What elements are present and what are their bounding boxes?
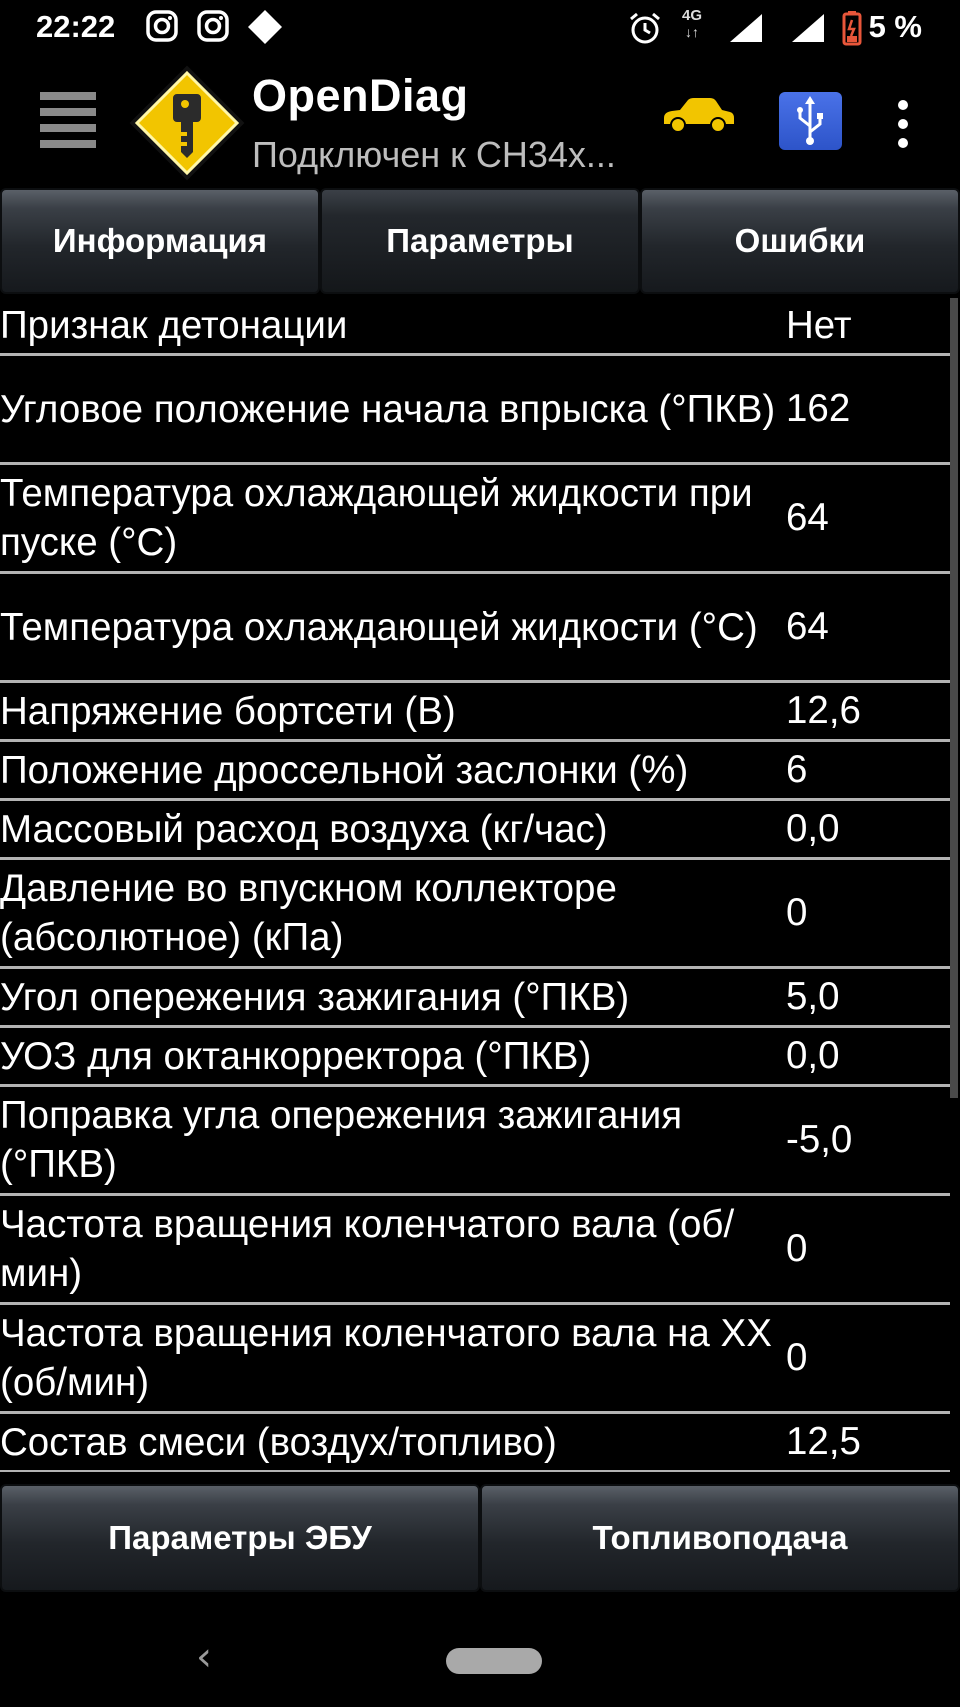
app-bar: OpenDiag Подключен к CH34x... — [0, 58, 960, 186]
param-label: Частота вращения коленчатого вала (об/ми… — [0, 1203, 735, 1295]
battery-low-icon — [842, 11, 862, 46]
param-value: 6 — [786, 748, 808, 791]
param-value: 0 — [786, 1227, 808, 1270]
top-tabs: Информация Параметры Ошибки — [0, 186, 960, 298]
list-item[interactable]: Угловое положение начала впрыска (°ПКВ) … — [0, 356, 950, 465]
fuel-supply-button[interactable]: Топливоподача — [480, 1484, 960, 1592]
param-label: Температура охлаждающей жидкости при пус… — [0, 472, 753, 564]
battery-percent: 5 % — [868, 9, 922, 44]
status-bar: 22:22 4G ↓↑ 5 % — [0, 0, 960, 58]
param-value: 64 — [786, 496, 829, 539]
param-value: 162 — [786, 387, 851, 430]
param-value: 12,6 — [786, 689, 861, 732]
signal-icon — [730, 14, 762, 42]
list-item[interactable]: Напряжение бортсети (В) 12,6 — [0, 683, 950, 742]
network-type: 4G ↓↑ — [682, 7, 703, 41]
param-label: Температура охлаждающей жидкости (°С) — [0, 605, 758, 649]
param-label: Давление во впускном коллекторе (абсолют… — [0, 867, 617, 959]
bottom-tabs: Параметры ЭБУ Топливоподача — [0, 1480, 960, 1596]
alarm-icon — [630, 12, 660, 44]
parameter-list[interactable]: Признак детонации Нет Угловое положение … — [0, 298, 950, 1472]
param-label: Состав смеси (воздух/топливо) — [0, 1420, 557, 1464]
list-item[interactable]: Положение дроссельной заслонки (%) 6 — [0, 742, 950, 801]
param-label: УОЗ для октанкорректора (°ПКВ) — [0, 1034, 592, 1078]
param-value: 12,5 — [786, 1420, 861, 1463]
car-icon[interactable] — [660, 94, 736, 134]
ecu-parameters-button[interactable]: Параметры ЭБУ — [0, 1484, 480, 1592]
param-label: Напряжение бортсети (В) — [0, 689, 456, 733]
list-item[interactable]: Угол опережения зажигания (°ПКВ) 5,0 — [0, 969, 950, 1028]
param-value: 0,0 — [786, 807, 840, 850]
param-value: Нет — [786, 303, 852, 347]
list-item[interactable]: Температура охлаждающей жидкости (°С) 64 — [0, 574, 950, 683]
param-label: Угол опережения зажигания (°ПКВ) — [0, 975, 630, 1019]
list-item[interactable]: Частота вращения коленчатого вала на ХХ … — [0, 1305, 950, 1414]
list-item[interactable]: Признак детонации Нет — [0, 298, 950, 356]
param-label: Угловое положение начала впрыска (°ПКВ) — [0, 387, 776, 431]
list-item[interactable]: Температура охлаждающей жидкости при пус… — [0, 465, 950, 574]
diamond-notification-icon — [248, 10, 282, 44]
param-value: -5,0 — [786, 1118, 853, 1161]
home-pill-icon[interactable] — [446, 1648, 542, 1674]
param-label: Массовый расход воздуха (кг/час) — [0, 807, 608, 851]
navigation-bar: ‹ — [0, 1600, 960, 1707]
usb-icon[interactable] — [779, 92, 842, 150]
menu-icon[interactable] — [40, 92, 96, 152]
param-value: 0,0 — [786, 1034, 840, 1077]
signal-icon — [792, 14, 824, 42]
opendiag-logo — [129, 65, 245, 181]
clock: 22:22 — [36, 9, 116, 44]
param-value: 0 — [786, 891, 808, 934]
instagram-icon — [197, 10, 229, 42]
param-label: Частота вращения коленчатого вала на ХХ … — [0, 1312, 772, 1404]
connection-status: Подключен к CH34x... — [252, 134, 616, 175]
tab-information[interactable]: Информация — [0, 188, 320, 294]
list-item[interactable]: Давление во впускном коллекторе (абсолют… — [0, 860, 950, 969]
overflow-menu-icon[interactable] — [898, 100, 910, 157]
instagram-icon — [146, 10, 178, 42]
app-title: OpenDiag — [252, 70, 469, 121]
list-item[interactable]: Массовый расход воздуха (кг/час) 0,0 — [0, 801, 950, 860]
tab-parameters[interactable]: Параметры — [320, 188, 640, 294]
param-label: Поправка угла опережения зажигания (°ПКВ… — [0, 1094, 683, 1186]
tab-errors[interactable]: Ошибки — [640, 188, 960, 294]
param-value: 64 — [786, 605, 829, 648]
back-icon[interactable]: ‹ — [196, 1634, 212, 1680]
list-item[interactable]: УОЗ для октанкорректора (°ПКВ) 0,0 — [0, 1028, 950, 1087]
scrollbar[interactable] — [950, 298, 958, 1098]
param-label: Признак детонации — [0, 304, 348, 347]
list-item[interactable]: Поправка угла опережения зажигания (°ПКВ… — [0, 1087, 950, 1196]
list-item[interactable]: Состав смеси (воздух/топливо) 12,5 — [0, 1414, 950, 1472]
param-value: 5,0 — [786, 975, 840, 1018]
param-value: 0 — [786, 1336, 808, 1379]
param-label: Положение дроссельной заслонки (%) — [0, 748, 689, 792]
list-item[interactable]: Частота вращения коленчатого вала (об/ми… — [0, 1196, 950, 1305]
